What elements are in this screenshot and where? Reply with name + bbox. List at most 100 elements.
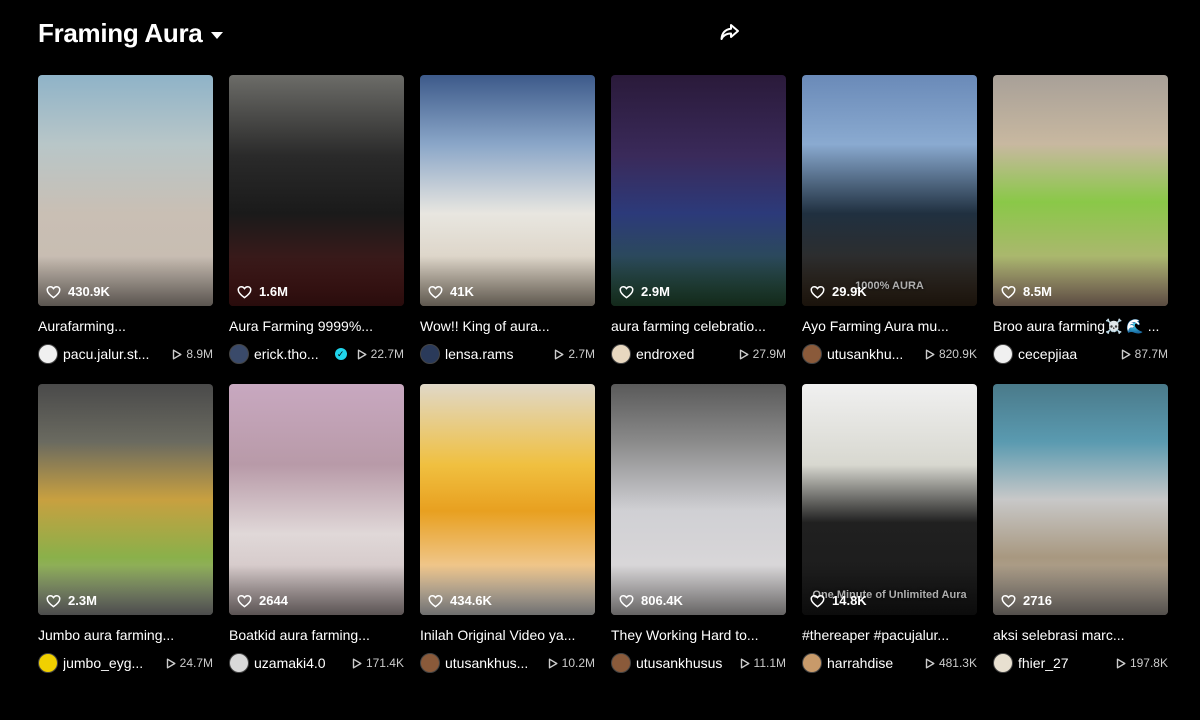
video-card[interactable]: One Minute of Unlimited Aura 14.8K #ther… [802,384,977,693]
video-caption[interactable]: Wow!! King of aura... [420,317,595,335]
play-icon [548,658,558,668]
video-caption[interactable]: Ayo Farming Aura mu... [802,317,977,335]
share-icon[interactable] [718,20,742,44]
video-caption[interactable]: aura farming celebratio... [611,317,786,335]
video-caption[interactable]: Broo aura farming☠️ 🌊 ... [993,317,1168,335]
author-name[interactable]: fhier_27 [1018,655,1110,671]
avatar[interactable] [38,344,58,364]
like-count: 8.5M [1001,284,1052,299]
video-card[interactable]: 41K Wow!! King of aura... lensa.rams 2.7… [420,75,595,384]
avatar[interactable] [802,653,822,673]
avatar[interactable] [611,653,631,673]
view-count-value: 10.2M [561,656,595,670]
video-thumbnail[interactable]: 8.5M [993,75,1168,306]
author-name[interactable]: harrahdise [827,655,919,671]
play-icon [1121,349,1131,359]
view-count: 27.9M [739,347,786,361]
view-count: 87.7M [1121,347,1168,361]
video-caption[interactable]: #thereaper #pacujalur... [802,626,977,644]
view-count-value: 8.9M [186,347,213,361]
video-meta: endroxed 27.9M [611,344,786,364]
like-count: 29.9K [810,284,867,299]
video-thumbnail[interactable]: 1.6M [229,75,404,306]
play-icon [740,658,750,668]
video-thumbnail[interactable]: 1000% AURA 29.9K [802,75,977,306]
author-name[interactable]: utusankhus... [445,655,542,671]
like-count: 434.6K [428,593,492,608]
video-caption[interactable]: Aurafarming... [38,317,213,335]
video-card[interactable]: 8.5M Broo aura farming☠️ 🌊 ... cecepjiaa… [993,75,1168,384]
video-thumbnail[interactable]: 2644 [229,384,404,615]
author-name[interactable]: lensa.rams [445,346,548,362]
heart-icon [46,285,61,299]
avatar[interactable] [420,653,440,673]
view-count-value: 481.3K [938,656,977,670]
like-count-value: 434.6K [450,593,492,608]
avatar[interactable] [611,344,631,364]
play-icon [352,658,362,668]
video-card[interactable]: 1.6M Aura Farming 9999%... erick.tho... … [229,75,404,384]
play-icon [166,658,176,668]
video-caption[interactable]: Boatkid aura farming... [229,626,404,644]
view-count: 481.3K [925,656,977,670]
video-card[interactable]: 2.9M aura farming celebratio... endroxed… [611,75,786,384]
video-thumbnail[interactable]: 2.3M [38,384,213,615]
video-card[interactable]: 2716 aksi selebrasi marc... fhier_27 197… [993,384,1168,693]
collection-title: Framing Aura [38,17,203,48]
author-name[interactable]: utusankhusus [636,655,734,671]
author-name[interactable]: uzamaki4.0 [254,655,346,671]
video-thumbnail[interactable]: 41K [420,75,595,306]
video-thumbnail[interactable]: 434.6K [420,384,595,615]
avatar[interactable] [993,653,1013,673]
video-thumbnail[interactable]: 430.9K [38,75,213,306]
like-count-value: 2716 [1023,593,1052,608]
video-card[interactable]: 806.4K They Working Hard to... utusankhu… [611,384,786,693]
author-name[interactable]: jumbo_eyg... [63,655,160,671]
heart-icon [810,594,825,608]
view-count: 171.4K [352,656,404,670]
play-icon [925,658,935,668]
like-count: 2.3M [46,593,97,608]
video-card[interactable]: 434.6K Inilah Original Video ya... utusa… [420,384,595,693]
video-meta: utusankhu... 820.9K [802,344,977,364]
heart-icon [1001,594,1016,608]
author-name[interactable]: endroxed [636,346,733,362]
view-count: 820.9K [925,347,977,361]
like-count-value: 2.3M [68,593,97,608]
video-thumbnail[interactable]: 2716 [993,384,1168,615]
avatar[interactable] [993,344,1013,364]
video-thumbnail[interactable]: 806.4K [611,384,786,615]
video-thumbnail[interactable]: One Minute of Unlimited Aura 14.8K [802,384,977,615]
video-caption[interactable]: aksi selebrasi marc... [993,626,1168,644]
chevron-down-icon[interactable] [211,31,224,39]
like-count: 430.9K [46,284,110,299]
view-count: 22.7M [357,347,404,361]
view-count: 10.2M [548,656,595,670]
view-count-value: 820.9K [938,347,977,361]
video-card[interactable]: 1000% AURA 29.9K Ayo Farming Aura mu... … [802,75,977,384]
like-count-value: 14.8K [832,593,867,608]
view-count-value: 24.7M [179,656,213,670]
video-caption[interactable]: Aura Farming 9999%... [229,317,404,335]
heart-icon [619,285,634,299]
video-caption[interactable]: They Working Hard to... [611,626,786,644]
avatar[interactable] [229,653,249,673]
avatar[interactable] [38,653,58,673]
video-card[interactable]: 2644 Boatkid aura farming... uzamaki4.0 … [229,384,404,693]
author-name[interactable]: cecepjiaa [1018,346,1115,362]
heart-icon [237,594,252,608]
avatar[interactable] [229,344,249,364]
author-name[interactable]: erick.tho... [254,346,331,362]
video-card[interactable]: 430.9K Aurafarming... pacu.jalur.st... 8… [38,75,213,384]
video-caption[interactable]: Jumbo aura farming... [38,626,213,644]
avatar[interactable] [802,344,822,364]
author-name[interactable]: utusankhu... [827,346,919,362]
like-count: 806.4K [619,593,683,608]
like-count-value: 2644 [259,593,288,608]
video-card[interactable]: 2.3M Jumbo aura farming... jumbo_eyg... … [38,384,213,693]
like-count: 2716 [1001,593,1052,608]
author-name[interactable]: pacu.jalur.st... [63,346,166,362]
avatar[interactable] [420,344,440,364]
video-thumbnail[interactable]: 2.9M [611,75,786,306]
video-caption[interactable]: Inilah Original Video ya... [420,626,595,644]
